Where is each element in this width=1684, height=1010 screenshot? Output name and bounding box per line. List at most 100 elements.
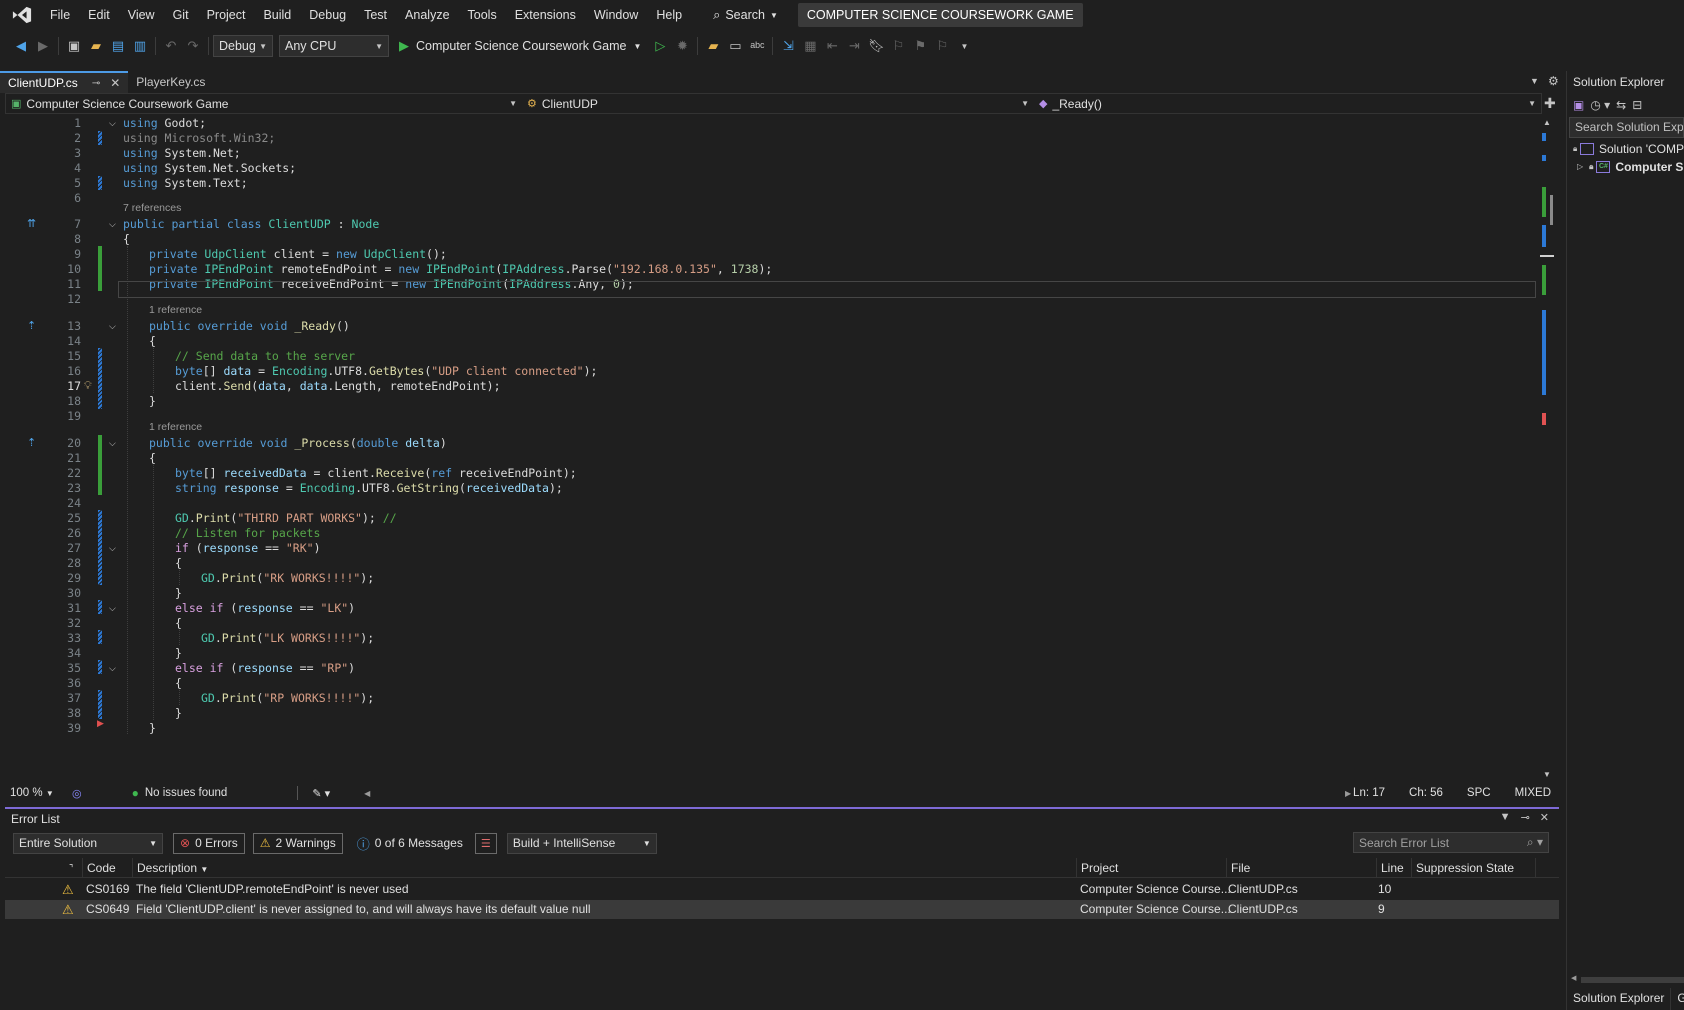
- global-search-button[interactable]: ⌕ Search ▼: [705, 4, 786, 26]
- menu-build[interactable]: Build: [254, 0, 300, 30]
- tab-overflow-icon[interactable]: ▼: [1530, 76, 1539, 86]
- column-suppression[interactable]: Suppression State: [1411, 858, 1514, 878]
- tab-solution-explorer[interactable]: Solution Explorer: [1567, 988, 1672, 1010]
- collapse-icon[interactable]: ⌵: [109, 660, 116, 676]
- filter-icon[interactable]: ☰: [474, 832, 497, 854]
- scroll-left-icon[interactable]: ◀: [364, 789, 370, 798]
- menu-debug[interactable]: Debug: [300, 0, 355, 30]
- pin-icon[interactable]: ⊸: [1521, 811, 1530, 824]
- browse-folder-icon[interactable]: ▰: [702, 36, 724, 56]
- menu-project[interactable]: Project: [198, 0, 255, 30]
- redo-icon[interactable]: ↷: [182, 36, 204, 56]
- class-select[interactable]: ⚙ ClientUDP ▼: [522, 94, 1034, 113]
- column-line[interactable]: Line: [1376, 858, 1404, 878]
- issues-indicator[interactable]: ● No issues found: [132, 786, 228, 800]
- outdent-icon[interactable]: ⇤: [821, 36, 843, 56]
- scope-select[interactable]: Entire Solution ▼: [13, 832, 163, 854]
- vertical-scrollbar[interactable]: ▲ ▼: [1540, 115, 1554, 781]
- gear-icon[interactable]: ⚙: [1548, 74, 1559, 88]
- clear-bookmarks-icon[interactable]: ⚐: [931, 36, 953, 56]
- codelens-references[interactable]: 7 references: [123, 201, 181, 215]
- column-project[interactable]: Project: [1076, 858, 1118, 878]
- error-row[interactable]: ⚠ CS0169 The field 'ClientUDP.remoteEndP…: [5, 880, 1559, 899]
- previous-bookmark-icon[interactable]: ⚐: [887, 36, 909, 56]
- step-into-icon[interactable]: ⇲: [777, 36, 799, 56]
- column-sort-icon[interactable]: ⌝: [65, 858, 73, 878]
- hot-reload-icon[interactable]: ✹: [671, 36, 693, 56]
- menu-tools[interactable]: Tools: [459, 0, 506, 30]
- menu-file[interactable]: File: [41, 0, 79, 30]
- build-filter-select[interactable]: Build + IntelliSense ▼: [506, 832, 657, 854]
- collapse-all-icon[interactable]: ⊟: [1632, 98, 1642, 112]
- code-cleanup-icon[interactable]: ✎ ▾: [312, 787, 330, 800]
- platform-select[interactable]: Any CPU ▼: [279, 35, 389, 57]
- code-area[interactable]: using Godot; using Microsoft.Win32; usin…: [123, 115, 1528, 781]
- solution-node[interactable]: 🔒︎ Solution 'COMP: [1567, 140, 1684, 158]
- solution-search-input[interactable]: Search Solution Explo: [1569, 117, 1684, 138]
- navigate-forward-icon[interactable]: ▶: [32, 36, 54, 56]
- overrides-icon[interactable]: ⇡: [27, 435, 36, 451]
- column-indicator[interactable]: Ch: 56: [1409, 787, 1443, 799]
- messages-toggle[interactable]: ⓘ 0 of 6 Messages: [357, 834, 463, 853]
- column-code[interactable]: Code: [82, 858, 116, 878]
- horizontal-scrollbar[interactable]: ◀: [1571, 974, 1684, 984]
- sync-icon[interactable]: ⇆: [1616, 98, 1626, 112]
- split-editor-icon[interactable]: ✚: [1544, 95, 1556, 112]
- window-layout-icon[interactable]: ▭: [724, 36, 746, 56]
- tab-playerkey[interactable]: PlayerKey.cs: [128, 71, 213, 93]
- save-icon[interactable]: ▤: [107, 36, 129, 56]
- column-description[interactable]: Description ▼: [132, 858, 208, 878]
- navigate-back-icon[interactable]: ◀: [10, 36, 32, 56]
- expand-icon[interactable]: ▷: [1577, 158, 1583, 176]
- line-indicator[interactable]: Ln: 17: [1353, 787, 1385, 799]
- pin-icon[interactable]: ⊸: [92, 78, 100, 89]
- error-list-search[interactable]: Search Error List ⌕ ▾: [1353, 832, 1549, 853]
- project-select[interactable]: ▣ Computer Science Coursework Game ▼: [6, 94, 522, 113]
- zoom-select[interactable]: 100 % ▼: [10, 787, 60, 799]
- overrides-icon[interactable]: ⇡: [27, 318, 36, 334]
- menu-git[interactable]: Git: [164, 0, 198, 30]
- collapse-icon[interactable]: ⌵: [109, 115, 116, 131]
- start-debugging-button[interactable]: ▶ Computer Science Coursework Game ▼: [399, 38, 641, 54]
- collapse-icon[interactable]: ⌵: [109, 600, 116, 616]
- next-bookmark-icon[interactable]: ⚑: [909, 36, 931, 56]
- collapse-icon[interactable]: ⌵: [109, 216, 116, 232]
- lightbulb-icon[interactable]: 💡︎: [84, 378, 92, 394]
- menu-help[interactable]: Help: [647, 0, 691, 30]
- codelens-references[interactable]: 1 reference: [149, 420, 202, 434]
- new-project-icon[interactable]: ▣: [63, 36, 85, 56]
- save-all-icon[interactable]: ▥: [129, 36, 151, 56]
- menu-view[interactable]: View: [119, 0, 164, 30]
- project-node[interactable]: ▷ 🔒︎ C# Computer S: [1567, 158, 1684, 176]
- collapse-icon[interactable]: ⌵: [109, 540, 116, 556]
- close-icon[interactable]: ✕: [1540, 811, 1549, 824]
- menu-test[interactable]: Test: [355, 0, 396, 30]
- collapse-icon[interactable]: ⌵: [109, 318, 116, 334]
- collapse-icon[interactable]: ⌵: [109, 435, 116, 451]
- error-row[interactable]: ⚠ CS0649 Field 'ClientUDP.client' is nev…: [5, 900, 1559, 919]
- open-folder-icon[interactable]: ▰: [85, 36, 107, 56]
- warnings-toggle[interactable]: ⚠ 2 Warnings: [252, 832, 343, 854]
- panel-menu-icon[interactable]: ▼: [1500, 811, 1511, 824]
- scroll-left-icon[interactable]: ◀: [1571, 974, 1576, 982]
- menu-edit[interactable]: Edit: [79, 0, 119, 30]
- menu-window[interactable]: Window: [585, 0, 647, 30]
- implemented-by-icon[interactable]: ⇈: [27, 216, 36, 232]
- switch-views-icon[interactable]: ▣: [1573, 98, 1584, 112]
- comment-icon[interactable]: ▦: [799, 36, 821, 56]
- copilot-icon[interactable]: ◎: [72, 787, 82, 800]
- codelens-references[interactable]: 1 reference: [149, 303, 202, 317]
- menu-extensions[interactable]: Extensions: [506, 0, 585, 30]
- line-endings-indicator[interactable]: MIXED: [1515, 787, 1551, 799]
- indent-icon[interactable]: ⇥: [843, 36, 865, 56]
- spell-check-icon[interactable]: ᵃᵇᶜ: [746, 36, 768, 56]
- code-editor[interactable]: 1 2 3 4 5 6 7 8 9 10 11 12 13 14 15 16 1…: [5, 115, 1542, 781]
- tab-git[interactable]: Gi: [1671, 988, 1684, 1010]
- member-select[interactable]: ◆ _Ready() ▼: [1034, 94, 1541, 113]
- close-icon[interactable]: ✕: [110, 76, 120, 90]
- undo-icon[interactable]: ↶: [160, 36, 182, 56]
- column-file[interactable]: File: [1226, 858, 1250, 878]
- whitespace-indicator[interactable]: SPC: [1467, 787, 1491, 799]
- toolbar-overflow-icon[interactable]: ▼: [953, 36, 975, 56]
- history-icon[interactable]: ◷ ▾: [1590, 98, 1610, 112]
